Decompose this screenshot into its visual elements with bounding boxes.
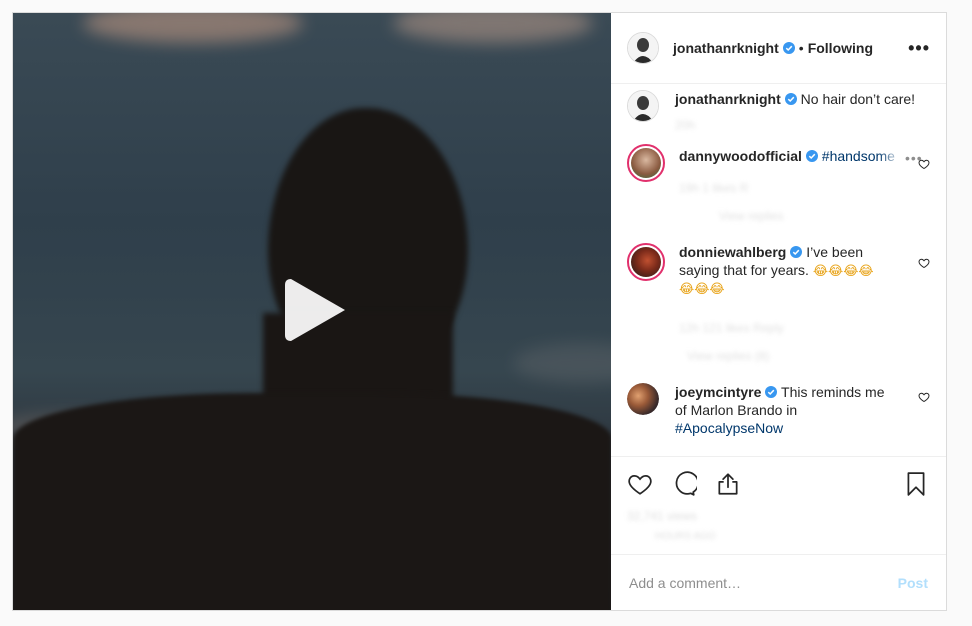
sky-cloud xyxy=(393,13,593,43)
silhouette-body xyxy=(13,393,611,610)
header-separator: • xyxy=(798,40,804,56)
caption-avatar-image xyxy=(628,91,658,121)
instagram-post: jonathanrknight • Following ••• jonathan… xyxy=(12,12,947,611)
author-avatar[interactable] xyxy=(627,32,659,64)
caption-username[interactable]: jonathanrknight xyxy=(675,91,781,107)
caption: jonathanrknight No hair don’t care! 20h xyxy=(627,90,930,134)
verified-badge-icon xyxy=(790,246,803,258)
sky-cloud xyxy=(513,343,611,383)
comment-hashtag[interactable]: #ApocalypseNow xyxy=(675,419,900,437)
verified-badge-icon xyxy=(782,42,795,54)
action-bar: 32,741 views HOURS AGO xyxy=(611,456,946,554)
verified-badge-icon xyxy=(805,150,818,162)
comment-avatar[interactable] xyxy=(627,243,665,281)
caption-time: 20h xyxy=(675,118,696,132)
post-video[interactable] xyxy=(13,13,611,610)
comment-body: joeymcintyre This reminds me of Marlon B… xyxy=(675,383,900,437)
sky-cloud xyxy=(83,13,303,43)
comment-emojis: 😂😂😂😂 xyxy=(812,264,874,279)
comment-avatar[interactable] xyxy=(627,144,665,182)
comment-avatar-image xyxy=(627,383,659,415)
caption-body: jonathanrknight No hair don’t care! 20h xyxy=(675,90,930,134)
comment-item: joeymcintyre This reminds me of Marlon B… xyxy=(627,383,930,437)
comment-item: donniewahlberg I’ve been saying that for… xyxy=(627,243,930,365)
post-comment-button[interactable]: Post xyxy=(898,575,928,591)
verified-badge-icon xyxy=(784,93,797,105)
comment-emojis-2: 😂😂😂 xyxy=(679,282,725,297)
comment-avatar[interactable] xyxy=(627,383,659,415)
comment-username[interactable]: donniewahlberg xyxy=(679,244,786,260)
comment-hashtag[interactable]: #handsome xyxy=(822,147,902,165)
comment-body: dannywoodofficial #handsome 19h 1 likes … xyxy=(679,147,904,225)
share-icon[interactable] xyxy=(715,471,741,497)
comment-form: Post xyxy=(611,554,946,610)
verified-badge-icon xyxy=(765,386,778,398)
comment-bubble-icon[interactable] xyxy=(671,471,697,497)
caption-text: No hair don’t care! xyxy=(800,91,916,107)
post-sidebar: jonathanrknight • Following ••• jonathan… xyxy=(611,13,946,610)
comment-like-icon[interactable] xyxy=(918,158,930,170)
comment-username[interactable]: dannywoodofficial xyxy=(679,148,802,164)
bookmark-icon[interactable] xyxy=(903,471,929,497)
add-comment-input[interactable] xyxy=(629,574,898,591)
likes-count-faded: 32,741 views xyxy=(627,509,698,523)
comment-replies-faded: View replies (8) xyxy=(687,349,770,363)
post-header: jonathanrknight • Following ••• xyxy=(611,13,946,84)
more-horizontal-icon[interactable]: ••• xyxy=(908,38,930,59)
comment-text-2: of Marlon Brando in xyxy=(675,402,798,418)
comment-like-icon[interactable] xyxy=(918,391,930,403)
heart-icon[interactable] xyxy=(627,471,653,497)
comment-username[interactable]: joeymcintyre xyxy=(675,384,761,400)
comment-meta-faded: 12h 121 likes Reply xyxy=(679,321,784,335)
comment-text: This reminds me xyxy=(781,384,885,400)
comment-meta-faded: 19h 1 likes R xyxy=(679,181,749,195)
caption-avatar[interactable] xyxy=(627,90,659,122)
comment-avatar-image xyxy=(631,148,661,178)
author-avatar-image xyxy=(628,33,658,63)
author-username[interactable]: jonathanrknight xyxy=(673,40,779,56)
comment-replies-faded: View replies xyxy=(719,209,784,223)
comment-body: donniewahlberg I’ve been saying that for… xyxy=(679,243,904,365)
following-button[interactable]: Following xyxy=(808,40,873,56)
play-icon[interactable] xyxy=(283,275,353,345)
comments-list: jonathanrknight No hair don’t care! 20h … xyxy=(611,84,946,456)
post-time-faded: HOURS AGO xyxy=(655,531,716,542)
comment-item: dannywoodofficial #handsome 19h 1 likes … xyxy=(627,144,930,225)
comment-like-icon[interactable] xyxy=(918,257,930,269)
comment-avatar-image xyxy=(631,247,661,277)
